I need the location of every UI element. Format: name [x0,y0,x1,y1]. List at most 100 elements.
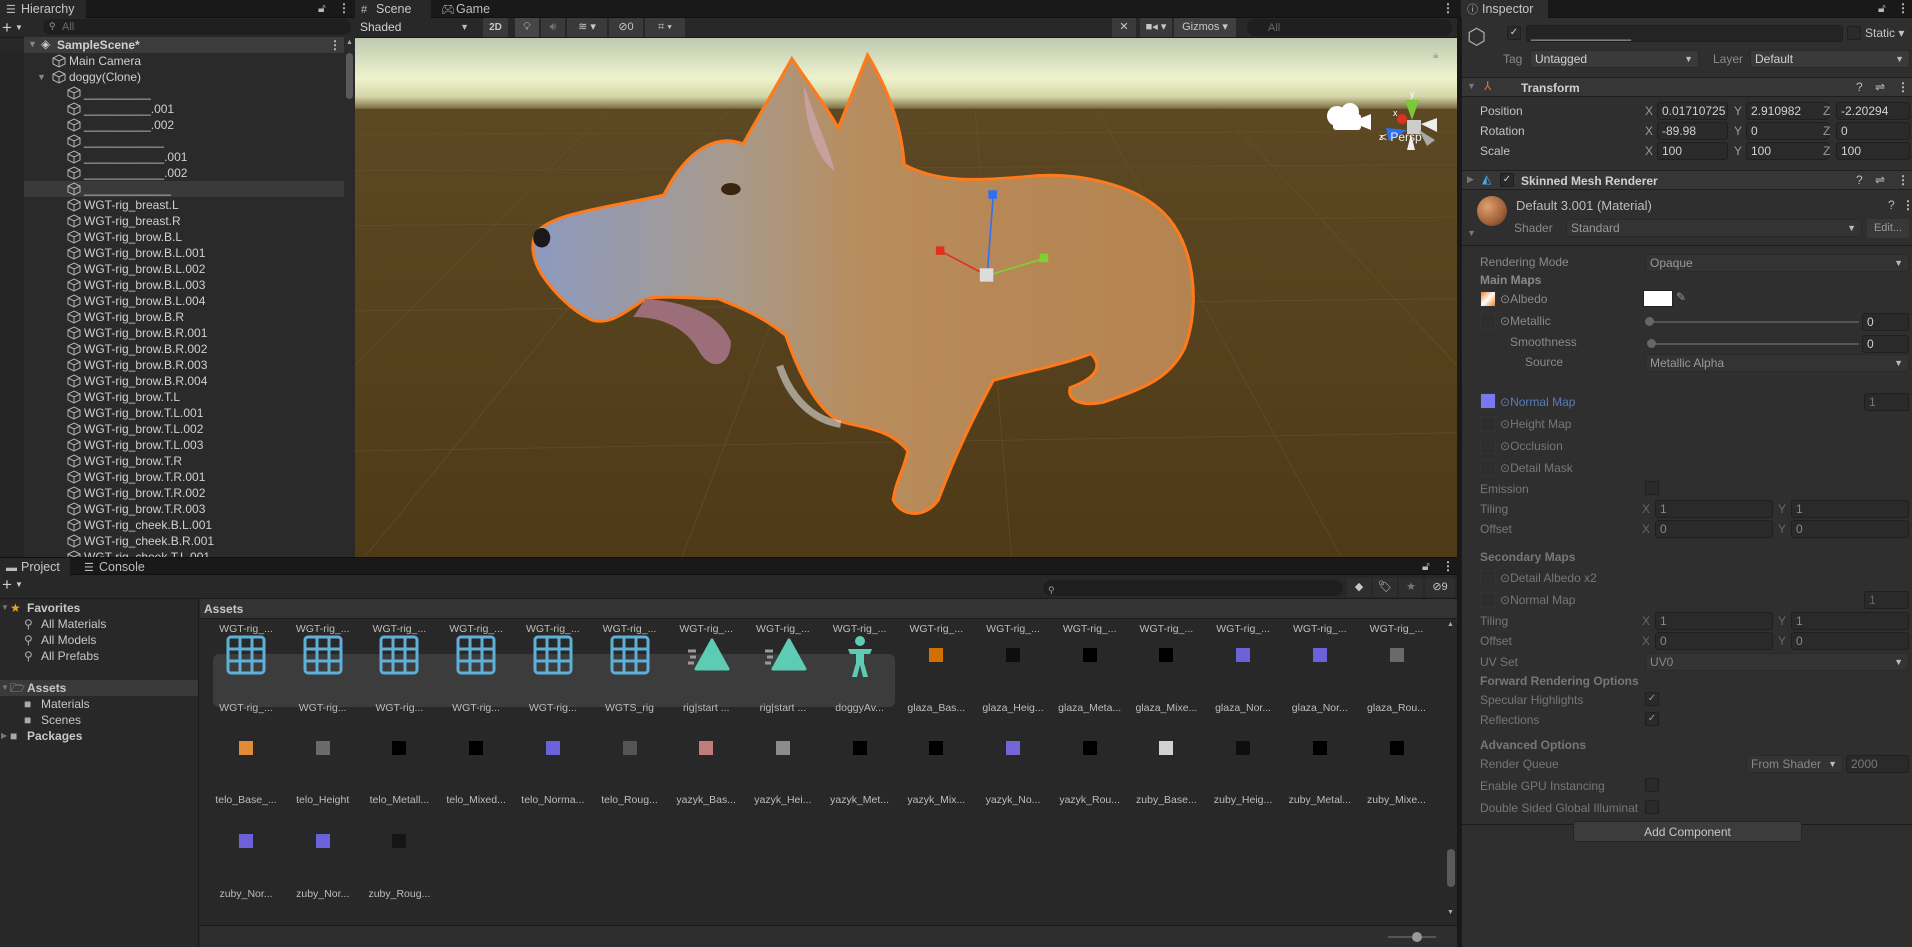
add-component-button[interactable]: Add Component [1573,821,1802,842]
render-queue-input[interactable]: 2000 [1846,755,1909,773]
scrollbar-thumb[interactable] [346,53,353,99]
position-z-input[interactable]: -2.20294 [1836,102,1910,120]
detail-normal-scale-input[interactable]: 1 [1864,591,1909,609]
asset-label[interactable]: WGT-rig_... [361,623,437,635]
hierarchy-item[interactable]: WGT-rig_brow.B.L.002 [24,261,344,277]
asset-label[interactable]: telo_Height [285,794,361,806]
normal-scale-input[interactable]: 1 [1864,393,1909,411]
metallic-texture-slot[interactable] [1480,313,1496,329]
asset-label[interactable]: WGT-rig... [515,702,591,714]
mesh-grid-icon[interactable] [303,635,347,679]
specular-highlights-checkbox[interactable]: ✓ [1645,692,1659,706]
projection-toggle[interactable]: < Persp [1380,130,1422,144]
transform-header[interactable]: ▼ ⅄ Transform ? ⇌ ⋮ [1462,77,1912,97]
hierarchy-item[interactable]: WGT-rig_brow.B.R.002 [24,341,344,357]
hierarchy-item[interactable]: Main Camera [24,53,344,69]
edit-shader-button[interactable]: Edit... [1867,219,1909,238]
mesh-grid-icon[interactable] [533,635,577,679]
audio-toggle-icon[interactable]: 🔊︎ [541,18,565,37]
texture-thumbnail[interactable] [545,741,560,755]
folder-tree-item[interactable]: ⚲ All Prefabs [0,648,198,664]
hierarchy-item[interactable]: _____________ [24,181,344,197]
asset-label[interactable]: glaza_Nor... [1282,702,1358,714]
expand-arrow-icon[interactable]: ▼ [37,69,46,85]
texture-thumbnail[interactable] [239,834,253,848]
position-y-input[interactable]: 2.910982 [1746,102,1829,120]
hierarchy-item[interactable]: WGT-rig_brow.T.R [24,453,344,469]
mesh-grid-icon[interactable] [379,635,423,679]
folder-tree-item[interactable]: ■ Scenes [0,712,198,728]
asset-label[interactable]: yazyk_Hei... [745,794,821,806]
hierarchy-item[interactable]: WGT-rig_brow.T.L.003 [24,437,344,453]
asset-label[interactable]: zuby_Nor... [208,888,284,900]
scrollbar-thumb[interactable] [1447,849,1455,887]
render-queue-dropdown[interactable]: From Shader ▼ [1746,755,1843,773]
hierarchy-item[interactable]: WGT-rig_cheek.T.L.001 [24,549,344,557]
more-options-icon[interactable]: ⋮ [1442,559,1454,573]
expand-arrow-icon[interactable]: ▼ [28,39,37,49]
tiling-x-input[interactable]: 1 [1655,500,1773,518]
asset-label[interactable]: glaza_Nor... [1205,702,1281,714]
texture-thumbnail[interactable] [929,741,944,755]
x-axis-cone[interactable] [1397,114,1407,124]
asset-label[interactable]: rig|start ... [745,702,821,714]
help-icon[interactable]: ? [1888,198,1895,212]
asset-label[interactable]: rig|start ... [668,702,744,714]
folder-tree-item[interactable]: ▼ ★ Favorites [0,600,198,616]
position-x-input[interactable]: 0.01710725 [1657,102,1728,120]
asset-label[interactable]: yazyk_Met... [822,794,898,806]
mesh-grid-icon[interactable] [610,635,654,679]
gpu-instancing-checkbox[interactable] [1645,778,1659,792]
texture-thumbnail[interactable] [1082,648,1097,662]
layer-dropdown[interactable]: Default ▼ [1750,50,1910,68]
filter-by-label-icon[interactable]: 🏷︎ [1373,578,1397,597]
smoothness-slider[interactable] [1647,339,1859,348]
metallic-slider[interactable] [1645,317,1859,326]
texture-thumbnail[interactable] [1312,648,1327,662]
favorite-star-icon[interactable]: ★ [1399,578,1423,597]
lock-icon[interactable]: 🔓︎ [1422,559,1430,574]
texture-thumbnail[interactable] [315,834,330,848]
more-options-icon[interactable]: ⋮ [1902,198,1912,212]
asset-label[interactable]: WGT-rig_... [1052,623,1128,635]
asset-label[interactable]: telo_Metall... [361,794,437,806]
hierarchy-scrollbar[interactable]: ▲ ▼ [344,37,355,569]
sec-offset-y-input[interactable]: 0 [1791,632,1909,650]
assets-scrollbar[interactable]: ▲ ▼ [1445,619,1457,925]
detail-mask-texture-slot[interactable] [1480,460,1496,476]
asset-label[interactable]: glaza_Heig... [975,702,1051,714]
hierarchy-item[interactable]: WGT-rig_breast.R [24,213,344,229]
component-enabled-checkbox[interactable]: ✓ [1500,173,1514,187]
texture-thumbnail[interactable] [699,741,714,755]
asset-label[interactable]: WGT-rig... [285,702,361,714]
gizmos-dropdown[interactable]: Gizmos ▾ [1174,18,1236,37]
add-icon[interactable]: + [2,19,12,36]
add-icon[interactable]: + [2,576,12,593]
texture-thumbnail[interactable] [775,741,790,755]
lock-icon[interactable]: 🔓︎ [318,1,326,16]
asset-label[interactable]: yazyk_No... [975,794,1051,806]
scene-header-row[interactable]: ▼ ◈ SampleScene* ⋮ [24,37,344,53]
double-sided-gi-checkbox[interactable] [1645,800,1659,814]
texture-thumbnail[interactable] [239,741,253,755]
texture-thumbnail[interactable] [392,741,407,755]
hidden-packages-toggle[interactable]: ⊘9 [1425,578,1455,597]
hierarchy-item[interactable]: WGT-rig_brow.T.L.001 [24,405,344,421]
hierarchy-item[interactable]: WGT-rig_brow.B.R.003 [24,357,344,373]
mesh-grid-icon[interactable] [226,635,270,679]
hierarchy-item[interactable]: ____________.002 [24,165,344,181]
asset-label[interactable]: WGT-rig_... [285,623,361,635]
detail-normal-texture-slot[interactable] [1480,592,1496,608]
asset-label[interactable]: WGT-rig... [361,702,437,714]
rotation-x-input[interactable]: -89.98 [1657,122,1728,140]
texture-thumbnail[interactable] [1389,648,1404,662]
asset-label[interactable]: WGT-rig_... [668,623,744,635]
active-checkbox[interactable]: ✓ [1507,26,1521,40]
asset-label[interactable]: WGT-rig_... [745,623,821,635]
scale-z-input[interactable]: 100 [1836,142,1910,160]
collapse-arrow-icon[interactable]: ▼ [1,600,9,616]
hierarchy-item[interactable]: ____________ [24,133,344,149]
hierarchy-item[interactable]: WGT-rig_brow.B.R.004 [24,373,344,389]
asset-label[interactable]: zuby_Heig... [1205,794,1281,806]
scene-menu-icon[interactable]: ⋮ [329,38,341,52]
